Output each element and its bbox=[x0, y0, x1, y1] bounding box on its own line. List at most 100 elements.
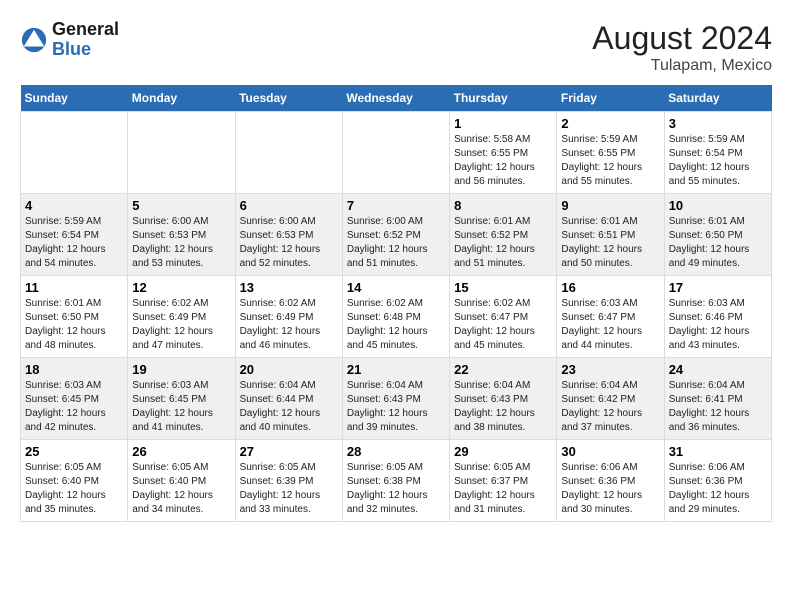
calendar-cell: 20 Sunrise: 6:04 AMSunset: 6:44 PMDaylig… bbox=[235, 358, 342, 440]
day-number: 12 bbox=[132, 280, 230, 295]
calendar-cell: 24 Sunrise: 6:04 AMSunset: 6:41 PMDaylig… bbox=[664, 358, 771, 440]
calendar-cell: 8 Sunrise: 6:01 AMSunset: 6:52 PMDayligh… bbox=[450, 194, 557, 276]
day-info: Sunrise: 6:04 AMSunset: 6:43 PMDaylight:… bbox=[454, 379, 552, 435]
day-info: Sunrise: 6:03 AMSunset: 6:45 PMDaylight:… bbox=[25, 379, 123, 435]
day-info: Sunrise: 6:01 AMSunset: 6:52 PMDaylight:… bbox=[454, 215, 552, 271]
calendar-cell: 4 Sunrise: 5:59 AMSunset: 6:54 PMDayligh… bbox=[21, 194, 128, 276]
header-day: Monday bbox=[128, 85, 235, 112]
calendar-table: SundayMondayTuesdayWednesdayThursdayFrid… bbox=[20, 85, 772, 522]
day-number: 30 bbox=[561, 444, 659, 459]
day-number: 27 bbox=[240, 444, 338, 459]
calendar-week-row: 18 Sunrise: 6:03 AMSunset: 6:45 PMDaylig… bbox=[21, 358, 772, 440]
calendar-cell: 26 Sunrise: 6:05 AMSunset: 6:40 PMDaylig… bbox=[128, 440, 235, 522]
day-number: 19 bbox=[132, 362, 230, 377]
day-info: Sunrise: 6:02 AMSunset: 6:49 PMDaylight:… bbox=[240, 297, 338, 353]
calendar-cell bbox=[342, 112, 449, 194]
header-day: Wednesday bbox=[342, 85, 449, 112]
day-info: Sunrise: 6:05 AMSunset: 6:39 PMDaylight:… bbox=[240, 461, 338, 517]
calendar-cell: 29 Sunrise: 6:05 AMSunset: 6:37 PMDaylig… bbox=[450, 440, 557, 522]
day-number: 3 bbox=[669, 116, 767, 131]
calendar-body: 1 Sunrise: 5:58 AMSunset: 6:55 PMDayligh… bbox=[21, 112, 772, 522]
calendar-cell: 30 Sunrise: 6:06 AMSunset: 6:36 PMDaylig… bbox=[557, 440, 664, 522]
day-number: 10 bbox=[669, 198, 767, 213]
calendar-cell: 6 Sunrise: 6:00 AMSunset: 6:53 PMDayligh… bbox=[235, 194, 342, 276]
calendar-cell: 21 Sunrise: 6:04 AMSunset: 6:43 PMDaylig… bbox=[342, 358, 449, 440]
day-info: Sunrise: 6:05 AMSunset: 6:40 PMDaylight:… bbox=[132, 461, 230, 517]
day-number: 5 bbox=[132, 198, 230, 213]
header-row: SundayMondayTuesdayWednesdayThursdayFrid… bbox=[21, 85, 772, 112]
day-number: 8 bbox=[454, 198, 552, 213]
day-info: Sunrise: 5:59 AMSunset: 6:54 PMDaylight:… bbox=[25, 215, 123, 271]
calendar-cell: 23 Sunrise: 6:04 AMSunset: 6:42 PMDaylig… bbox=[557, 358, 664, 440]
calendar-cell: 18 Sunrise: 6:03 AMSunset: 6:45 PMDaylig… bbox=[21, 358, 128, 440]
day-number: 2 bbox=[561, 116, 659, 131]
day-number: 17 bbox=[669, 280, 767, 295]
logo-icon bbox=[20, 26, 48, 54]
day-info: Sunrise: 6:06 AMSunset: 6:36 PMDaylight:… bbox=[669, 461, 767, 517]
header-day: Sunday bbox=[21, 85, 128, 112]
calendar-week-row: 25 Sunrise: 6:05 AMSunset: 6:40 PMDaylig… bbox=[21, 440, 772, 522]
calendar-cell: 12 Sunrise: 6:02 AMSunset: 6:49 PMDaylig… bbox=[128, 276, 235, 358]
day-number: 13 bbox=[240, 280, 338, 295]
calendar-week-row: 1 Sunrise: 5:58 AMSunset: 6:55 PMDayligh… bbox=[21, 112, 772, 194]
day-number: 20 bbox=[240, 362, 338, 377]
day-number: 1 bbox=[454, 116, 552, 131]
calendar-cell: 19 Sunrise: 6:03 AMSunset: 6:45 PMDaylig… bbox=[128, 358, 235, 440]
day-number: 25 bbox=[25, 444, 123, 459]
day-info: Sunrise: 5:58 AMSunset: 6:55 PMDaylight:… bbox=[454, 133, 552, 189]
calendar-cell: 5 Sunrise: 6:00 AMSunset: 6:53 PMDayligh… bbox=[128, 194, 235, 276]
day-info: Sunrise: 6:01 AMSunset: 6:50 PMDaylight:… bbox=[669, 215, 767, 271]
calendar-cell: 10 Sunrise: 6:01 AMSunset: 6:50 PMDaylig… bbox=[664, 194, 771, 276]
day-info: Sunrise: 6:05 AMSunset: 6:37 PMDaylight:… bbox=[454, 461, 552, 517]
day-number: 15 bbox=[454, 280, 552, 295]
day-number: 31 bbox=[669, 444, 767, 459]
day-number: 21 bbox=[347, 362, 445, 377]
day-info: Sunrise: 6:03 AMSunset: 6:47 PMDaylight:… bbox=[561, 297, 659, 353]
day-number: 22 bbox=[454, 362, 552, 377]
calendar-cell: 13 Sunrise: 6:02 AMSunset: 6:49 PMDaylig… bbox=[235, 276, 342, 358]
calendar-cell: 3 Sunrise: 5:59 AMSunset: 6:54 PMDayligh… bbox=[664, 112, 771, 194]
day-info: Sunrise: 6:00 AMSunset: 6:53 PMDaylight:… bbox=[240, 215, 338, 271]
day-number: 6 bbox=[240, 198, 338, 213]
calendar-cell: 9 Sunrise: 6:01 AMSunset: 6:51 PMDayligh… bbox=[557, 194, 664, 276]
day-info: Sunrise: 6:02 AMSunset: 6:48 PMDaylight:… bbox=[347, 297, 445, 353]
day-info: Sunrise: 6:00 AMSunset: 6:53 PMDaylight:… bbox=[132, 215, 230, 271]
calendar-week-row: 4 Sunrise: 5:59 AMSunset: 6:54 PMDayligh… bbox=[21, 194, 772, 276]
calendar-cell bbox=[128, 112, 235, 194]
day-info: Sunrise: 6:03 AMSunset: 6:46 PMDaylight:… bbox=[669, 297, 767, 353]
day-info: Sunrise: 6:01 AMSunset: 6:50 PMDaylight:… bbox=[25, 297, 123, 353]
day-info: Sunrise: 6:04 AMSunset: 6:42 PMDaylight:… bbox=[561, 379, 659, 435]
day-info: Sunrise: 6:03 AMSunset: 6:45 PMDaylight:… bbox=[132, 379, 230, 435]
day-number: 11 bbox=[25, 280, 123, 295]
day-number: 26 bbox=[132, 444, 230, 459]
calendar-cell: 25 Sunrise: 6:05 AMSunset: 6:40 PMDaylig… bbox=[21, 440, 128, 522]
title-block: August 2024 Tulapam, Mexico bbox=[592, 20, 772, 75]
day-info: Sunrise: 6:02 AMSunset: 6:47 PMDaylight:… bbox=[454, 297, 552, 353]
calendar-cell: 1 Sunrise: 5:58 AMSunset: 6:55 PMDayligh… bbox=[450, 112, 557, 194]
logo-line1: General bbox=[52, 20, 119, 40]
header-day: Thursday bbox=[450, 85, 557, 112]
day-info: Sunrise: 5:59 AMSunset: 6:55 PMDaylight:… bbox=[561, 133, 659, 189]
day-info: Sunrise: 6:05 AMSunset: 6:38 PMDaylight:… bbox=[347, 461, 445, 517]
day-info: Sunrise: 6:04 AMSunset: 6:44 PMDaylight:… bbox=[240, 379, 338, 435]
day-info: Sunrise: 5:59 AMSunset: 6:54 PMDaylight:… bbox=[669, 133, 767, 189]
day-number: 28 bbox=[347, 444, 445, 459]
calendar-cell: 28 Sunrise: 6:05 AMSunset: 6:38 PMDaylig… bbox=[342, 440, 449, 522]
calendar-cell: 16 Sunrise: 6:03 AMSunset: 6:47 PMDaylig… bbox=[557, 276, 664, 358]
calendar-subtitle: Tulapam, Mexico bbox=[592, 57, 772, 75]
calendar-cell: 27 Sunrise: 6:05 AMSunset: 6:39 PMDaylig… bbox=[235, 440, 342, 522]
header-day: Friday bbox=[557, 85, 664, 112]
calendar-cell: 17 Sunrise: 6:03 AMSunset: 6:46 PMDaylig… bbox=[664, 276, 771, 358]
day-info: Sunrise: 6:00 AMSunset: 6:52 PMDaylight:… bbox=[347, 215, 445, 271]
day-number: 29 bbox=[454, 444, 552, 459]
logo-text: General Blue bbox=[52, 20, 119, 60]
logo: General Blue bbox=[20, 20, 119, 60]
day-number: 4 bbox=[25, 198, 123, 213]
calendar-week-row: 11 Sunrise: 6:01 AMSunset: 6:50 PMDaylig… bbox=[21, 276, 772, 358]
calendar-cell: 11 Sunrise: 6:01 AMSunset: 6:50 PMDaylig… bbox=[21, 276, 128, 358]
page-header: General Blue August 2024 Tulapam, Mexico bbox=[20, 20, 772, 75]
day-number: 7 bbox=[347, 198, 445, 213]
day-number: 9 bbox=[561, 198, 659, 213]
day-info: Sunrise: 6:02 AMSunset: 6:49 PMDaylight:… bbox=[132, 297, 230, 353]
day-info: Sunrise: 6:05 AMSunset: 6:40 PMDaylight:… bbox=[25, 461, 123, 517]
